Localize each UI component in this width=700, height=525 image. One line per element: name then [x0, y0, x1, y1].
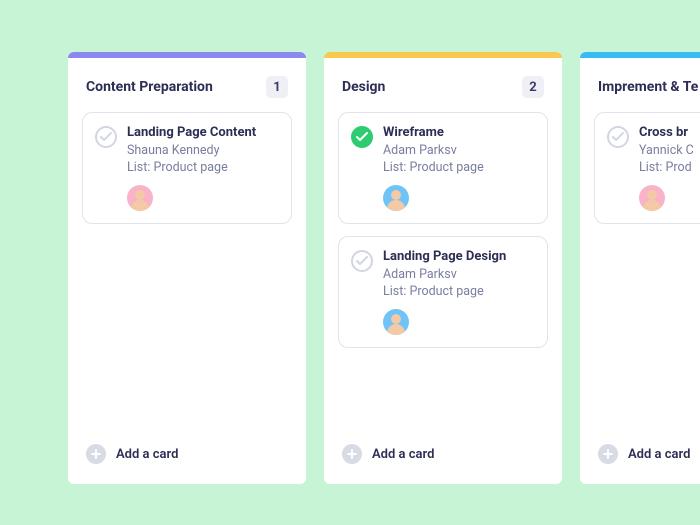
- add-card-button[interactable]: Add a card: [324, 428, 562, 484]
- card-list: Landing Page Content Shauna Kennedy List…: [68, 112, 306, 224]
- column-header: Content Preparation 1: [68, 58, 306, 112]
- add-card-label: Add a card: [628, 447, 690, 462]
- avatar[interactable]: [639, 185, 665, 211]
- column-count-badge: 1: [266, 76, 288, 98]
- column-header: Design 2: [324, 58, 562, 112]
- plus-icon: [86, 444, 106, 464]
- plus-icon: [342, 444, 362, 464]
- check-circle-icon[interactable]: [607, 126, 629, 148]
- card-body: Landing Page Content Shauna Kennedy List…: [127, 125, 279, 211]
- card-title: Landing Page Design: [383, 249, 535, 264]
- card-list: Wireframe Adam Parksv List: Product page…: [324, 112, 562, 348]
- card-owner: Yannick C: [639, 143, 700, 158]
- card-list-label: List: Product page: [383, 160, 535, 175]
- avatar[interactable]: [127, 185, 153, 211]
- add-card-button[interactable]: Add a card: [68, 428, 306, 484]
- column-title: Content Preparation: [86, 79, 213, 95]
- add-card-label: Add a card: [372, 447, 434, 462]
- column-design: Design 2 Wireframe Adam Parksv List: Pro…: [324, 52, 562, 484]
- column-title: Imprement & Te: [598, 79, 698, 95]
- card-body: Landing Page Design Adam Parksv List: Pr…: [383, 249, 535, 335]
- plus-icon: [598, 444, 618, 464]
- card-owner: Adam Parksv: [383, 143, 535, 158]
- card-owner: Adam Parksv: [383, 267, 535, 282]
- card-list-label: List: Product page: [127, 160, 279, 175]
- avatar[interactable]: [383, 185, 409, 211]
- card[interactable]: Landing Page Design Adam Parksv List: Pr…: [338, 236, 548, 348]
- column-implement-test: Imprement & Te Cross br Yannick C List: …: [580, 52, 700, 484]
- column-count-badge: 2: [522, 76, 544, 98]
- column-content-preparation: Content Preparation 1 Landing Page Conte…: [68, 52, 306, 484]
- add-card-label: Add a card: [116, 447, 178, 462]
- kanban-board: Content Preparation 1 Landing Page Conte…: [0, 0, 700, 484]
- card-title: Wireframe: [383, 125, 535, 140]
- card[interactable]: Landing Page Content Shauna Kennedy List…: [82, 112, 292, 224]
- card-owner: Shauna Kennedy: [127, 143, 279, 158]
- card-title: Cross br: [639, 125, 700, 140]
- card-body: Wireframe Adam Parksv List: Product page: [383, 125, 535, 211]
- card-body: Cross br Yannick C List: Prod: [639, 125, 700, 211]
- card-list-label: List: Prod: [639, 160, 700, 175]
- check-circle-icon[interactable]: [351, 250, 373, 272]
- card[interactable]: Wireframe Adam Parksv List: Product page: [338, 112, 548, 224]
- column-title: Design: [342, 79, 385, 95]
- add-card-button[interactable]: Add a card: [580, 428, 700, 484]
- check-circle-icon[interactable]: [95, 126, 117, 148]
- card-list: Cross br Yannick C List: Prod: [580, 112, 700, 224]
- card[interactable]: Cross br Yannick C List: Prod: [594, 112, 700, 224]
- card-list-label: List: Product page: [383, 284, 535, 299]
- column-header: Imprement & Te: [580, 58, 700, 112]
- card-title: Landing Page Content: [127, 125, 279, 140]
- check-circle-icon[interactable]: [351, 126, 373, 148]
- avatar[interactable]: [383, 309, 409, 335]
